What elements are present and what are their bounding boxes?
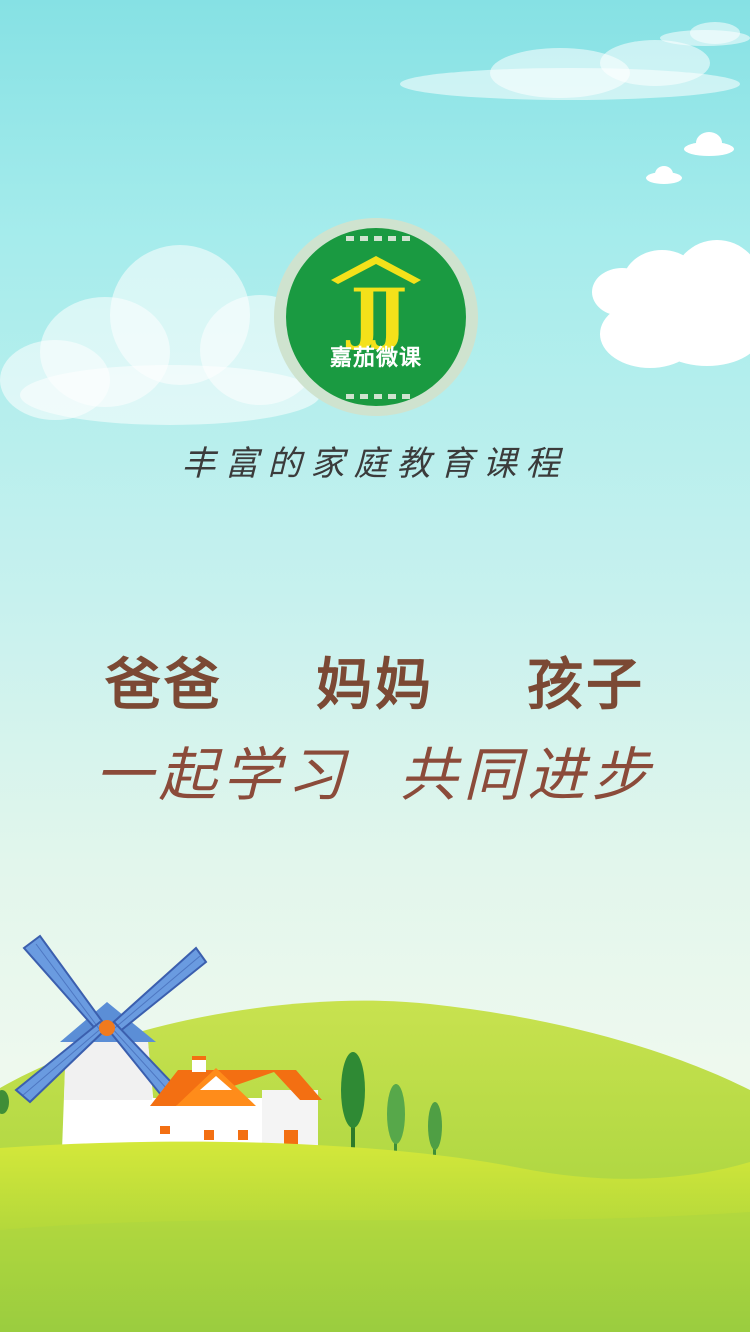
slogan-text: 丰富的家庭教育课程 <box>181 444 569 484</box>
cloud-icon <box>660 22 750 46</box>
cloud-icon <box>400 40 740 100</box>
landscape-scene <box>0 934 750 1332</box>
logo-house-icon: JJ <box>331 236 421 399</box>
family-text: 爸爸 妈妈 孩子 <box>105 653 645 718</box>
cloud-icon <box>592 240 750 368</box>
motto-text: 一起学习 共同进步 <box>94 741 656 809</box>
cloud-icon <box>684 132 734 156</box>
cloud-icon <box>646 166 682 184</box>
logo-brand-name: 嘉茄微课 <box>329 346 422 371</box>
splash-screen: JJ 嘉茄微课 丰富的家庭教育课程 爸爸 妈妈 孩子 一起学习 共同进步 <box>0 0 750 1332</box>
